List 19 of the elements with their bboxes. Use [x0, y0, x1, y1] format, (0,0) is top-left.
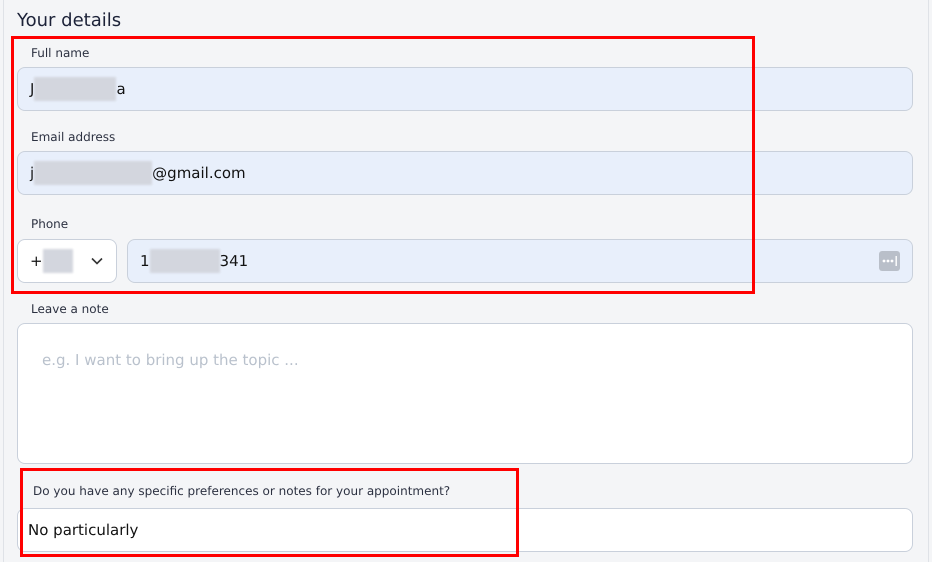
field-value: 341	[220, 252, 248, 270]
country-code-select[interactable]: +	[17, 239, 117, 283]
phone-field[interactable]: 1 341	[127, 239, 913, 283]
section-title: Your details	[17, 9, 122, 33]
field-value: j	[30, 164, 34, 182]
redaction-blur	[150, 249, 220, 273]
field-value: 1	[140, 252, 150, 270]
field-label: Full name	[31, 46, 90, 61]
field-value: @gmail.com	[152, 164, 246, 182]
field-label: Do you have any specific preferences or notes for your appointment?	[33, 484, 450, 499]
full-name-field[interactable]: J a	[17, 67, 913, 111]
field-value: J	[30, 80, 34, 98]
field-label: Email address	[31, 130, 116, 145]
dots-icon[interactable]	[879, 251, 900, 271]
email-field[interactable]: j @gmail.com	[17, 151, 913, 195]
preferences-field[interactable]: No particularly	[17, 508, 913, 552]
field-value: a	[116, 80, 126, 98]
field-label: Leave a note	[31, 302, 109, 317]
field-label: Phone	[31, 217, 68, 232]
